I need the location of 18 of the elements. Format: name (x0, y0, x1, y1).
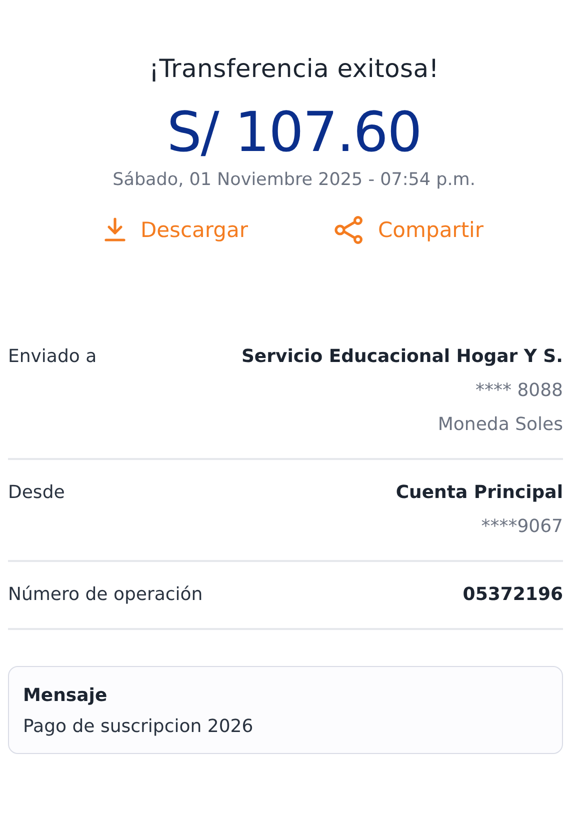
success-title: ¡Transferencia exitosa! (149, 54, 439, 83)
amount: S/ 107.60 (166, 101, 422, 164)
detail-label: Desde (8, 482, 65, 504)
download-icon (105, 218, 126, 242)
detail-value: Moneda Soles (438, 414, 563, 436)
detail-value: ****9067 (481, 516, 563, 538)
detail-value: **** 8088 (475, 380, 563, 402)
message-title: Mensaje (23, 685, 108, 706)
download-link[interactable]: Descargar (104, 216, 248, 244)
transaction-date: Sábado, 01 Noviembre 2025 - 07:54 p.m. (112, 170, 476, 190)
message-text: Pago de suscripcion 2026 (23, 716, 254, 738)
detail-value: Cuenta Principal (396, 482, 563, 504)
share-link[interactable]: Compartir (334, 216, 484, 244)
share-icon (334, 216, 363, 244)
detail-value: 05372196 (462, 584, 563, 606)
detail-value: Servicio Educacional Hogar Y S. (241, 346, 563, 368)
detail-label: Enviado a (8, 346, 97, 368)
detail-label: Número de operación (8, 584, 203, 606)
